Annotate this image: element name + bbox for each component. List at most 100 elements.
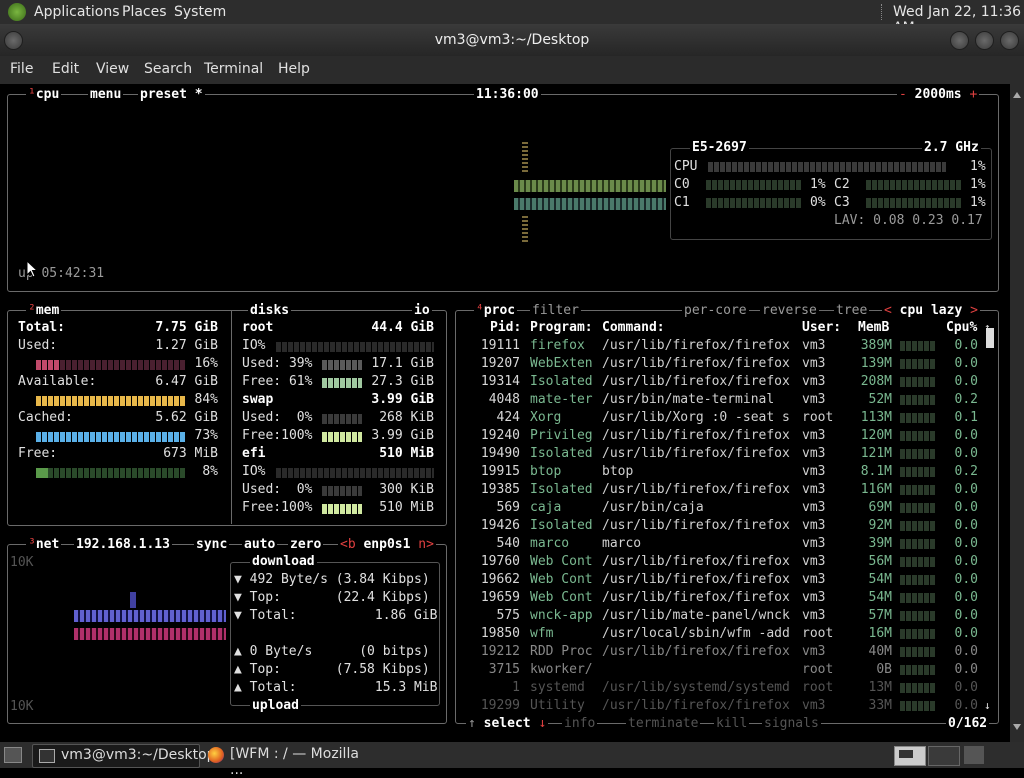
- col-cpu[interactable]: Cpu%: [946, 319, 977, 337]
- sort-next[interactable]: >: [970, 303, 978, 318]
- proc-row[interactable]: 569 caja/usr/bin/caja vm3 69M 0.0: [456, 499, 996, 517]
- trash-icon[interactable]: [964, 746, 984, 764]
- net-auto[interactable]: auto: [242, 536, 278, 554]
- menu-search[interactable]: Search: [144, 61, 192, 77]
- menu-terminal[interactable]: Terminal: [204, 61, 263, 77]
- menu-places[interactable]: Places: [122, 4, 167, 20]
- terminal-area[interactable]: ¹cpu menu preset * 11:36:00 - 2000ms + u…: [0, 84, 1010, 742]
- proc-user: vm3: [802, 482, 826, 497]
- proc-footer-info[interactable]: info: [562, 715, 598, 733]
- core-label: C1: [674, 195, 690, 210]
- proc-row[interactable]: 424 Xorg/usr/lib/Xorg :0 -seat s root 113M 0…: [456, 409, 996, 427]
- proc-count: 0/162: [946, 715, 990, 733]
- proc-footer-kill[interactable]: kill: [714, 715, 750, 733]
- proc-filter[interactable]: filter: [530, 302, 581, 320]
- proc-row[interactable]: 19850 wfm/usr/local/sbin/wfm -add root 16M 0…: [456, 625, 996, 643]
- proc-row[interactable]: 19240 Privileg/usr/lib/firefox/firefox vm3…: [456, 427, 996, 445]
- minimize-icon[interactable]: [950, 31, 969, 50]
- proc-command: /usr/lib/firefox/firefox: [602, 518, 790, 533]
- proc-pid: 575: [496, 608, 520, 623]
- proc-row[interactable]: 575 wnck-app/usr/lib/mate-panel/wnck vm3 57…: [456, 607, 996, 625]
- menu-help[interactable]: Help: [278, 61, 310, 77]
- scroll-up-arrow-icon[interactable]: [1013, 92, 1021, 98]
- cpu-title[interactable]: cpu: [36, 87, 59, 102]
- proc-row[interactable]: 540 marco marco vm3 39M 0.0: [456, 535, 996, 553]
- proc-footer-terminate[interactable]: terminate: [626, 715, 701, 733]
- proc-command: /usr/lib/Xorg :0 -seat s: [602, 410, 790, 425]
- taskbar-terminal[interactable]: vm3@vm3:~/Desktop: [32, 744, 216, 768]
- mem-title[interactable]: mem: [36, 303, 59, 318]
- proc-program: caja: [530, 500, 562, 515]
- proc-row[interactable]: 19760 Web Cont/usr/lib/firefox/firefox vm3…: [456, 553, 996, 571]
- iface-prev[interactable]: <b: [340, 537, 356, 552]
- menu-file[interactable]: File: [10, 61, 33, 77]
- menu-edit[interactable]: Edit: [52, 61, 79, 77]
- proc-row[interactable]: 19207 WebExten/usr/lib/firefox/firefox vm3…: [456, 355, 996, 373]
- proc-mem: 52M: [868, 392, 892, 407]
- col-command[interactable]: Command:: [602, 319, 665, 337]
- workspace-2[interactable]: [928, 746, 960, 766]
- col-pid[interactable]: Pid:: [490, 319, 521, 337]
- proc-command: /usr/lib/firefox/firefox: [602, 644, 790, 659]
- core-meter: [866, 198, 962, 208]
- col-memb[interactable]: MemB: [858, 319, 889, 337]
- proc-command: /usr/lib/firefox/firefox: [602, 698, 790, 713]
- menu-view[interactable]: View: [96, 61, 129, 77]
- proc-row[interactable]: 19111 firefox/usr/lib/firefox/firefox vm3 3…: [456, 337, 996, 355]
- proc-user: vm3: [802, 500, 826, 515]
- menu-system[interactable]: System: [174, 4, 226, 20]
- io-toggle[interactable]: io: [412, 302, 432, 320]
- proc-tree[interactable]: tree: [834, 302, 870, 320]
- distro-logo-icon[interactable]: [8, 3, 26, 21]
- proc-row[interactable]: 19299 Utility/usr/lib/firefox/firefox vm3 3…: [456, 697, 996, 715]
- proc-cpu: 0.0: [954, 608, 978, 623]
- proc-row[interactable]: 19314 Isolated/usr/lib/firefox/firefox vm3…: [456, 373, 996, 391]
- proc-reverse[interactable]: reverse: [760, 302, 819, 320]
- proc-mem: 389M: [860, 338, 892, 353]
- cpu-preset-label[interactable]: preset *: [138, 86, 205, 104]
- proc-row[interactable]: 19659 Web Cont/usr/lib/firefox/firefox vm3…: [456, 589, 996, 607]
- proc-user: root: [802, 410, 834, 425]
- proc-cpu: 0.0: [954, 338, 978, 353]
- scroll-down-arrow-icon[interactable]: [1013, 724, 1021, 730]
- proc-row[interactable]: 19385 Isolated/usr/lib/firefox/firefox vm3…: [456, 481, 996, 499]
- col-program[interactable]: Program:: [530, 319, 593, 337]
- proc-row[interactable]: 1 systemd/usr/lib/systemd/systemd root 13M 0…: [456, 679, 996, 697]
- proc-title[interactable]: proc: [484, 303, 515, 318]
- disks-title[interactable]: disks: [248, 302, 292, 320]
- disk-root-free-value: 27.3 GiB: [371, 374, 434, 389]
- proc-pid: 19207: [480, 356, 520, 371]
- net-title[interactable]: net: [36, 537, 59, 552]
- col-user[interactable]: User:: [802, 319, 841, 337]
- net-sync[interactable]: sync: [194, 536, 230, 554]
- proc-cpu: 0.0: [954, 572, 978, 587]
- mem-used-pct: 16%: [194, 356, 218, 371]
- sort-prev[interactable]: <: [884, 303, 892, 318]
- close-icon[interactable]: [1000, 31, 1019, 50]
- window-titlebar[interactable]: vm3@vm3:~/Desktop: [0, 24, 1024, 56]
- maximize-icon[interactable]: [975, 31, 994, 50]
- proc-program: Xorg: [530, 410, 562, 425]
- terminal-scrollbar[interactable]: [1010, 84, 1024, 742]
- net-zero[interactable]: zero: [288, 536, 324, 554]
- rate-increase[interactable]: +: [969, 87, 977, 102]
- taskbar-firefox[interactable]: [WFM : / — Mozilla ...: [202, 744, 370, 778]
- proc-row[interactable]: 3715 kworker/root 0B 0.0: [456, 661, 996, 679]
- show-desktop-icon[interactable]: [4, 747, 22, 763]
- proc-command: /usr/bin/mate-terminal: [602, 392, 775, 407]
- proc-footer-select[interactable]: ↑ select ↓: [466, 715, 549, 733]
- cpu-menu-label[interactable]: menu: [88, 86, 124, 104]
- menu-applications[interactable]: Applications: [34, 4, 120, 20]
- proc-per-core[interactable]: per-core: [682, 302, 749, 320]
- proc-row[interactable]: 19915 btop btop vm3 8.1M 0.2: [456, 463, 996, 481]
- rate-decrease[interactable]: -: [899, 87, 907, 102]
- proc-row[interactable]: 19426 Isolated/usr/lib/firefox/firefox vm3…: [456, 517, 996, 535]
- proc-row[interactable]: 19212 RDD Proc/usr/lib/firefox/firefox vm3…: [456, 643, 996, 661]
- proc-row[interactable]: 19662 Web Cont/usr/lib/firefox/firefox vm3…: [456, 571, 996, 589]
- proc-footer-signals[interactable]: signals: [762, 715, 821, 733]
- proc-row[interactable]: 4048 mate-ter/usr/bin/mate-terminal vm3 52M…: [456, 391, 996, 409]
- workspace-1[interactable]: [894, 746, 926, 766]
- iface-next[interactable]: n>: [418, 537, 434, 552]
- proc-scroll-up-icon[interactable]: ↑: [984, 319, 991, 337]
- proc-row[interactable]: 19490 Isolated/usr/lib/firefox/firefox vm3…: [456, 445, 996, 463]
